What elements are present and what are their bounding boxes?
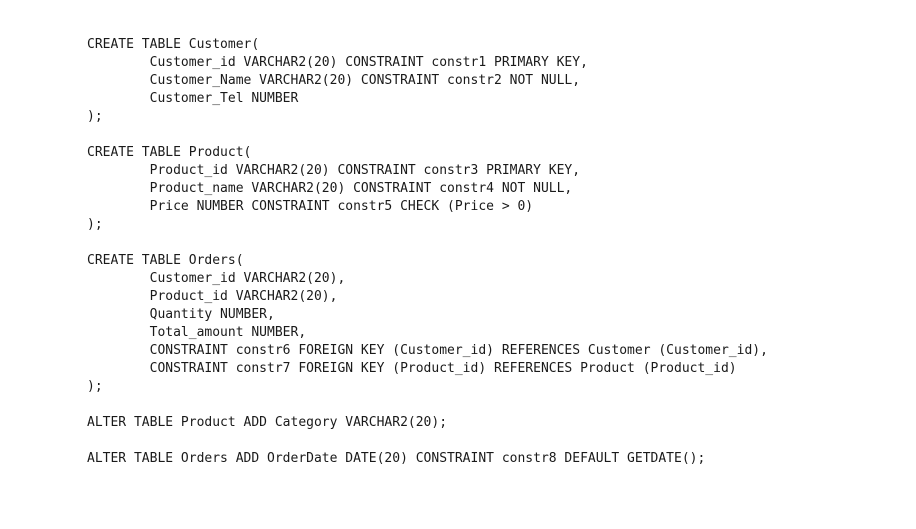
code-line-create-product: CREATE TABLE Product( <box>87 145 252 160</box>
code-line-product-name: Product_name VARCHAR2(20) CONSTRAINT con… <box>87 181 573 196</box>
code-line-close-orders: ); <box>87 379 103 394</box>
code-line-customer-tel: Customer_Tel NUMBER <box>87 91 299 106</box>
code-line-alter-product: ALTER TABLE Product ADD Category VARCHAR… <box>87 415 448 430</box>
code-line-total-amount: Total_amount NUMBER, <box>87 325 307 340</box>
code-line-constr6: CONSTRAINT constr6 FOREIGN KEY (Customer… <box>87 343 768 358</box>
code-line-constr7: CONSTRAINT constr7 FOREIGN KEY (Product_… <box>87 361 737 376</box>
code-line-alter-orders: ALTER TABLE Orders ADD OrderDate DATE(20… <box>87 451 706 466</box>
code-line-customer-name: Customer_Name VARCHAR2(20) CONSTRAINT co… <box>87 73 581 88</box>
code-line-orders-customer-id: Customer_id VARCHAR2(20), <box>87 271 346 286</box>
code-line-price: Price NUMBER CONSTRAINT constr5 CHECK (P… <box>87 199 534 214</box>
code-line-quantity: Quantity NUMBER, <box>87 307 275 322</box>
code-line-orders-product-id: Product_id VARCHAR2(20), <box>87 289 338 304</box>
code-line-customer-id: Customer_id VARCHAR2(20) CONSTRAINT cons… <box>87 55 588 70</box>
sql-code-block: CREATE TABLE Customer( Customer_id VARCH… <box>87 36 768 468</box>
code-line-close-product: ); <box>87 217 103 232</box>
code-line-create-customer: CREATE TABLE Customer( <box>87 37 260 52</box>
code-line-create-orders: CREATE TABLE Orders( <box>87 253 244 268</box>
code-line-close-customer: ); <box>87 109 103 124</box>
code-line-product-id: Product_id VARCHAR2(20) CONSTRAINT const… <box>87 163 581 178</box>
